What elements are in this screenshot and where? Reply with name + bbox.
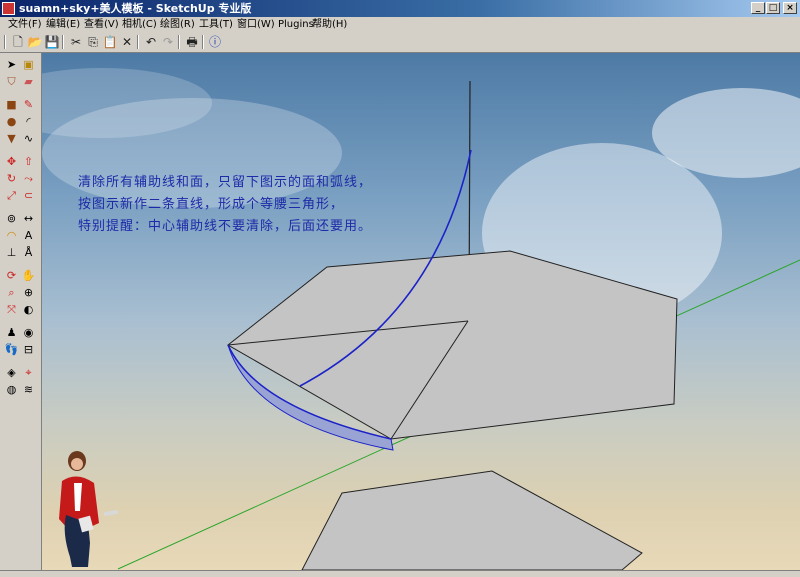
toolbar-separator [178,35,180,49]
orbit-icon[interactable]: ⟳ [4,268,19,283]
toolbar-separator [4,35,6,49]
zoom-window-icon[interactable]: ⊕ [21,285,36,300]
paste-icon[interactable]: 📋 [102,34,118,50]
eraser-icon[interactable]: ▰ [21,74,36,89]
menu-view[interactable]: 查看(V) [84,17,119,32]
window-title: suamn+sky+美人模板 - SketchUp 专业版 [19,2,252,15]
toolbar-separator [137,35,139,49]
menu-draw[interactable]: 绘图(R) [160,17,195,32]
photo-match-icon[interactable]: ⌖ [21,365,36,380]
scale-icon[interactable]: ⤢ [4,188,19,203]
rectangle-icon[interactable]: ■ [4,97,19,112]
shadow-icon[interactable]: ◍ [4,382,19,397]
instruction-line-1: 清除所有辅助线和面，只留下图示的面和弧线， [78,175,373,190]
section-plane-icon[interactable]: ⊟ [21,342,36,357]
open-folder-icon[interactable]: 📂 [27,34,43,50]
freehand-icon[interactable]: ∿ [21,131,36,146]
erase-icon[interactable]: ✕ [119,34,135,50]
line-pencil-icon[interactable]: ✎ [21,97,36,112]
lower-face[interactable] [301,470,643,570]
menu-help[interactable]: 帮助(H) [312,17,347,32]
cut-icon[interactable]: ✂ [68,34,84,50]
paint-bucket-icon[interactable]: ⛉ [4,74,19,89]
zoom-extents-icon[interactable]: ⤧ [4,302,19,317]
position-camera-icon[interactable]: ♟ [4,325,19,340]
walk-icon[interactable]: 👣 [4,342,19,357]
fog-icon[interactable]: ≋ [21,382,36,397]
make-component-icon[interactable]: ▣ [21,57,36,72]
toolbar-separator [62,35,64,49]
circle-icon[interactable]: ● [4,114,19,129]
standard-toolbar: 🗋 📂 💾 ✂ ⎘ 📋 ✕ ↶ ↷ 🖶 ⓘ [0,32,800,53]
menu-file[interactable]: 文件(F) [8,17,42,32]
protractor-icon[interactable]: ◠ [4,228,19,243]
drawing-viewport[interactable]: 清除所有辅助线和面，只留下图示的面和弧线， 按图示新作二条直线，形成个等腰三角形… [42,53,800,570]
instruction-line-2: 按图示新作二条直线，形成个等腰三角形， [78,197,345,212]
zoom-icon[interactable]: ⌕ [4,285,19,300]
menu-edit[interactable]: 编辑(E) [46,17,80,32]
maximize-button[interactable]: □ [766,2,780,14]
woman-figure-image [59,451,119,567]
sketchup-app-icon [2,2,15,15]
menu-tools[interactable]: 工具(T) [199,17,233,32]
sandbox-icon[interactable]: ◈ [4,365,19,380]
menu-camera[interactable]: 相机(C) [122,17,157,32]
minimize-button[interactable]: _ [751,2,765,14]
move-icon[interactable]: ✥ [4,154,19,169]
dimension-icon[interactable]: ↔ [21,211,36,226]
save-icon[interactable]: 💾 [44,34,60,50]
offset-icon[interactable]: ⊂ [21,188,36,203]
pan-hand-icon[interactable]: ✋ [21,268,36,283]
follow-me-icon[interactable]: ⤳ [21,171,36,186]
large-tool-set: ➤ ▣ ⛉ ▰ ■ ✎ ● ◜ ▼ ∿ ✥ ⇧ ↻ ⤳ ⤢ ⊂ ⊚ ↔ ◠ A … [0,53,42,570]
undo-icon[interactable]: ↶ [143,34,159,50]
menu-bar: 文件(F) 编辑(E) 查看(V) 相机(C) 绘图(R) 工具(T) 窗口(W… [0,17,800,32]
print-icon[interactable]: 🖶 [184,34,200,50]
arc-icon[interactable]: ◜ [21,114,36,129]
toolbar-separator [202,35,204,49]
model-info-icon[interactable]: ⓘ [207,34,223,50]
title-bar: suamn+sky+美人模板 - SketchUp 专业版 _ □ × [0,0,800,17]
previous-view-icon[interactable]: ◐ [21,302,36,317]
polygon-icon[interactable]: ▼ [4,131,19,146]
3d-text-icon[interactable]: Å [21,245,36,260]
rotate-icon[interactable]: ↻ [4,171,19,186]
instruction-text: 清除所有辅助线和面，只留下图示的面和弧线， 按图示新作二条直线，形成个等腰三角形… [78,172,372,238]
select-arrow-icon[interactable]: ➤ [4,57,19,72]
status-bar [0,570,800,577]
scene-canvas [42,68,800,570]
close-button[interactable]: × [783,2,797,14]
menu-plugins[interactable]: Plugins [278,17,314,32]
look-around-icon[interactable]: ◉ [21,325,36,340]
new-file-icon[interactable]: 🗋 [10,34,26,50]
redo-icon[interactable]: ↷ [160,34,176,50]
tape-measure-icon[interactable]: ⊚ [4,211,19,226]
menu-window[interactable]: 窗口(W) [237,17,275,32]
text-icon[interactable]: A [21,228,36,243]
copy-icon[interactable]: ⎘ [85,34,101,50]
push-pull-icon[interactable]: ⇧ [21,154,36,169]
axes-icon[interactable]: ⊥ [4,245,19,260]
instruction-line-3: 特别提醒：中心辅助线不要清除，后面还要用。 [78,219,373,234]
